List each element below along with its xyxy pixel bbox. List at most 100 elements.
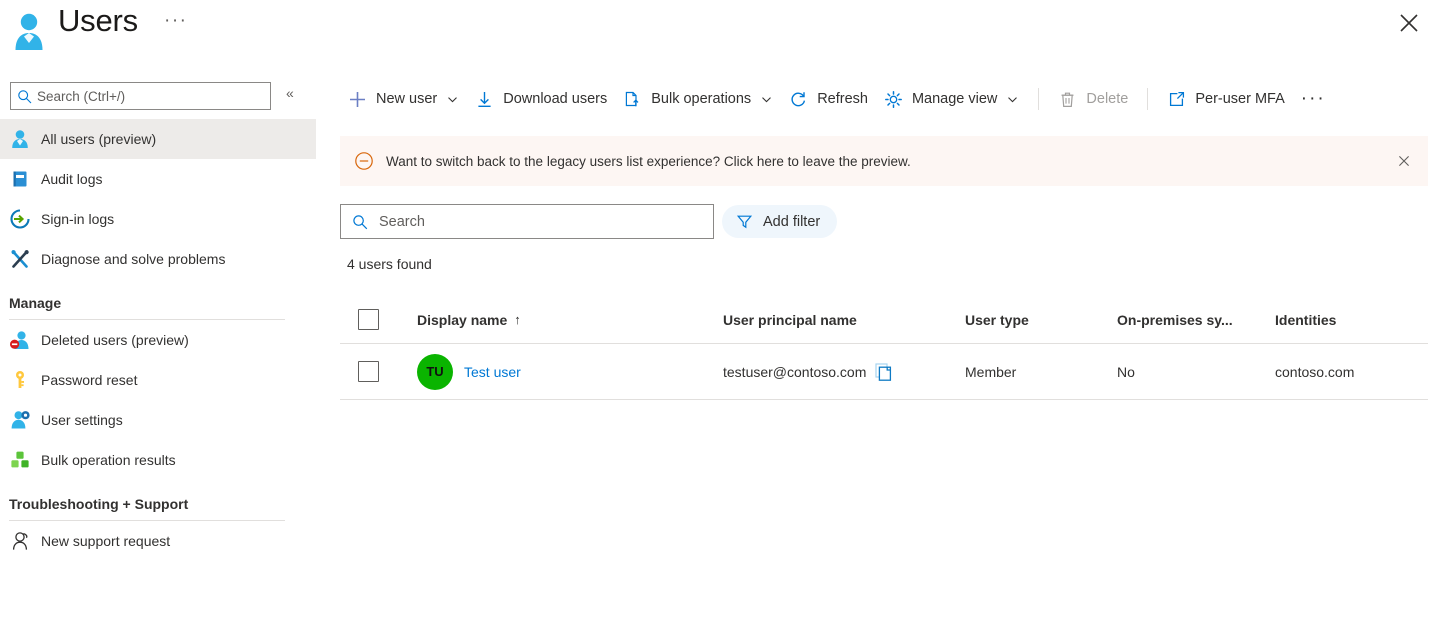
toolbar-separator bbox=[1038, 88, 1040, 110]
list-search-box[interactable] bbox=[340, 204, 714, 239]
sidebar-item-password-reset[interactable]: Password reset bbox=[0, 360, 316, 400]
user-avatar-icon bbox=[12, 12, 46, 50]
cell-display-name: TU Test user bbox=[417, 353, 723, 390]
chevron-down-icon bbox=[446, 93, 459, 106]
select-all-cell bbox=[340, 309, 417, 330]
sort-ascending-icon: ↑ bbox=[514, 312, 521, 327]
header-overflow-button[interactable]: ··· bbox=[160, 8, 191, 34]
search-icon bbox=[352, 214, 368, 230]
key-icon bbox=[9, 369, 31, 391]
refresh-label: Refresh bbox=[817, 91, 868, 107]
table-header-row: Display name ↑ User principal name User … bbox=[340, 296, 1428, 344]
column-header-identities[interactable]: Identities bbox=[1275, 312, 1425, 328]
manage-view-button[interactable]: Manage view bbox=[876, 82, 1027, 116]
sign-in-icon bbox=[9, 208, 31, 230]
sidebar-item-label: Audit logs bbox=[41, 171, 103, 187]
new-user-button[interactable]: New user bbox=[340, 82, 467, 116]
per-user-mfa-button[interactable]: Per-user MFA bbox=[1159, 82, 1292, 116]
upn-text: testuser@contoso.com bbox=[723, 363, 867, 380]
sidebar-item-diagnose[interactable]: Diagnose and solve problems bbox=[0, 239, 316, 279]
toolbar-overflow-button[interactable]: ··· bbox=[1293, 88, 1334, 110]
list-filter-row: Add filter bbox=[340, 204, 838, 239]
sidebar-search-input[interactable] bbox=[37, 88, 252, 104]
trash-icon bbox=[1058, 90, 1077, 109]
download-users-button[interactable]: Download users bbox=[467, 82, 615, 116]
select-all-checkbox[interactable] bbox=[358, 309, 379, 330]
column-label: Display name bbox=[417, 311, 508, 328]
sidebar-section-troubleshooting: Troubleshooting + Support bbox=[0, 480, 316, 521]
bulk-operations-icon bbox=[623, 90, 642, 109]
sidebar-search-box[interactable] bbox=[10, 82, 271, 110]
plus-icon bbox=[348, 90, 367, 109]
sidebar-item-label: Password reset bbox=[41, 372, 138, 388]
funnel-icon bbox=[736, 213, 753, 230]
sidebar-section-manage: Manage bbox=[0, 279, 316, 320]
user-detail-link[interactable]: Test user bbox=[464, 364, 521, 380]
page-title: Users bbox=[58, 3, 138, 38]
sidebar-item-label: New support request bbox=[41, 533, 171, 549]
toolbar-separator bbox=[1147, 88, 1149, 110]
refresh-button[interactable]: Refresh bbox=[781, 82, 876, 116]
bulk-operations-button[interactable]: Bulk operations bbox=[615, 82, 781, 116]
user-gear-icon bbox=[9, 409, 31, 431]
cell-user-principal-name: testuser@contoso.com bbox=[723, 362, 965, 381]
column-header-on-premises-sync[interactable]: On-premises sy... bbox=[1117, 312, 1275, 328]
close-icon[interactable] bbox=[1396, 10, 1422, 36]
sidebar-item-label: Deleted users (preview) bbox=[41, 332, 189, 348]
sidebar-item-audit-logs[interactable]: Audit logs bbox=[0, 159, 316, 199]
cell-user-type: Member bbox=[965, 363, 1017, 380]
row-checkbox[interactable] bbox=[358, 361, 379, 382]
sidebar-item-label: User settings bbox=[41, 412, 123, 428]
bulk-operations-label: Bulk operations bbox=[651, 91, 752, 107]
sidebar-item-label: Diagnose and solve problems bbox=[41, 251, 226, 267]
column-header-user-principal-name[interactable]: User principal name bbox=[723, 312, 965, 328]
column-header-display-name[interactable]: Display name ↑ bbox=[417, 312, 723, 328]
page-header: Users ··· bbox=[0, 0, 1452, 62]
sidebar-item-sign-in-logs[interactable]: Sign-in logs bbox=[0, 199, 316, 239]
sidebar-item-new-support-request[interactable]: New support request bbox=[0, 521, 316, 561]
table-row[interactable]: TU Test user testuser@contoso.com Member… bbox=[340, 344, 1428, 400]
search-icon bbox=[17, 89, 32, 104]
sidebar-search-row: « bbox=[0, 75, 316, 119]
external-link-icon bbox=[1167, 90, 1186, 109]
chevron-down-icon bbox=[1006, 93, 1019, 106]
sidebar-item-label: All users (preview) bbox=[41, 131, 157, 147]
new-user-label: New user bbox=[376, 91, 438, 107]
wrench-screwdriver-icon bbox=[9, 248, 31, 270]
cell-identities: contoso.com bbox=[1275, 363, 1355, 380]
download-users-label: Download users bbox=[503, 91, 608, 107]
manage-view-label: Manage view bbox=[911, 91, 998, 107]
column-header-user-type[interactable]: User type bbox=[965, 312, 1117, 328]
sidebar-item-deleted-users[interactable]: Deleted users (preview) bbox=[0, 320, 316, 360]
results-count: 4 users found bbox=[347, 256, 432, 272]
user-deleted-icon bbox=[9, 329, 31, 351]
sidebar-item-user-settings[interactable]: User settings bbox=[0, 400, 316, 440]
close-icon[interactable] bbox=[1394, 151, 1414, 171]
per-user-mfa-label: Per-user MFA bbox=[1195, 91, 1285, 107]
chevron-double-left-icon[interactable]: « bbox=[286, 86, 294, 100]
download-icon bbox=[475, 90, 494, 109]
cell-on-premises-sync: No bbox=[1117, 363, 1135, 380]
gear-icon bbox=[884, 90, 903, 109]
sidebar-item-bulk-operation-results[interactable]: Bulk operation results bbox=[0, 440, 316, 480]
command-toolbar: New user Download users Bulk operations … bbox=[340, 78, 1334, 120]
list-search-input[interactable] bbox=[379, 213, 679, 230]
add-filter-button[interactable]: Add filter bbox=[722, 205, 838, 238]
delete-label: Delete bbox=[1086, 91, 1129, 107]
sidebar-section-title: Manage bbox=[9, 295, 62, 311]
sidebar-item-all-users[interactable]: All users (preview) bbox=[0, 119, 316, 159]
users-table: Display name ↑ User principal name User … bbox=[340, 296, 1428, 400]
support-person-icon bbox=[9, 530, 31, 552]
copy-icon[interactable] bbox=[875, 362, 892, 381]
user-icon bbox=[9, 128, 31, 150]
sidebar-item-label: Sign-in logs bbox=[41, 211, 115, 227]
banner-message[interactable]: Want to switch back to the legacy users … bbox=[386, 154, 911, 169]
minus-circle-icon bbox=[354, 151, 374, 171]
sidebar-item-label: Bulk operation results bbox=[41, 452, 176, 468]
preview-banner: Want to switch back to the legacy users … bbox=[340, 136, 1428, 186]
delete-button[interactable]: Delete bbox=[1050, 82, 1136, 116]
avatar: TU bbox=[417, 353, 453, 390]
row-select-cell bbox=[340, 361, 417, 382]
book-icon bbox=[9, 168, 31, 190]
chevron-down-icon bbox=[760, 93, 773, 106]
